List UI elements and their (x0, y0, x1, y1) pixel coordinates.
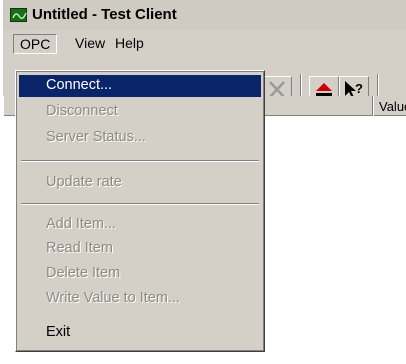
menu-view[interactable]: View (69, 34, 111, 52)
menu-item-update-rate[interactable]: Update rate (19, 172, 261, 194)
menu-item-add-item[interactable]: Add Item... (19, 214, 261, 236)
menu-item-disconnect[interactable]: Disconnect (19, 101, 261, 123)
menu-item-delete-item[interactable]: Delete Item (19, 263, 261, 285)
menu-opc[interactable]: OPC (13, 34, 58, 54)
menu-help[interactable]: Help (109, 34, 150, 52)
menu-separator (21, 160, 259, 162)
menu-item-connect[interactable]: Connect... (19, 75, 261, 97)
menu-item-read-item[interactable]: Read Item (19, 238, 261, 260)
column-header-value[interactable]: Value (373, 96, 406, 116)
svg-text:?: ? (355, 81, 363, 96)
title-bar[interactable]: Untitled - Test Client (3, 0, 406, 30)
opc-menu-dropdown: Connect... Disconnect Server Status... U… (15, 70, 265, 352)
menu-bar: OPC View Help (3, 30, 406, 56)
app-icon (10, 8, 27, 22)
test-client-window: Untitled - Test Client OPC View Help ? V… (3, 0, 406, 364)
menu-item-write-value[interactable]: Write Value to Item... (19, 288, 261, 310)
window-title: Untitled - Test Client (32, 6, 177, 23)
menu-separator (21, 203, 259, 205)
menu-item-server-status[interactable]: Server Status... (19, 127, 261, 149)
menu-item-exit[interactable]: Exit (19, 322, 261, 344)
